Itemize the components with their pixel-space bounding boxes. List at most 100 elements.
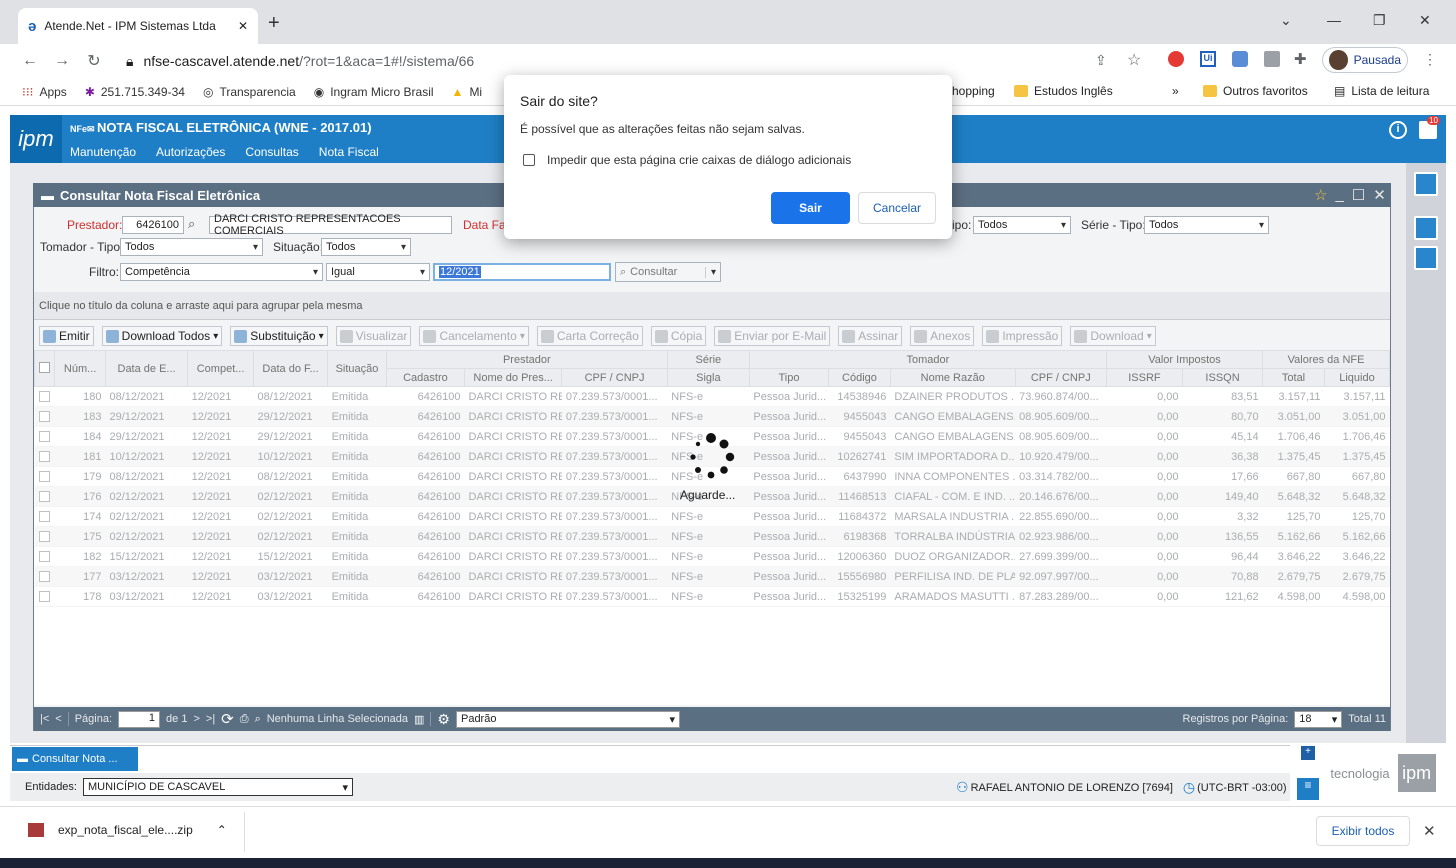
folder-window-icon[interactable] <box>1414 216 1438 240</box>
chevron-down-icon[interactable]: ▾ <box>704 266 716 278</box>
bookmark-apps[interactable]: ⁝⁝⁝ Apps <box>22 85 67 99</box>
prev-page-icon[interactable]: < <box>55 713 61 725</box>
toolbar-impress-o-button[interactable]: Impressão <box>982 326 1063 346</box>
bookmark-drive[interactable]: ▲ Mi <box>452 85 483 99</box>
situacao-select[interactable]: Todos ▾ <box>321 238 411 256</box>
search-icon[interactable]: ⌕ <box>255 713 261 726</box>
prestador-code-field[interactable]: 6426100 <box>122 216 184 234</box>
ui-extension-icon[interactable]: Ui <box>1200 51 1216 67</box>
toolbar-action-icon <box>339 329 353 343</box>
download-item[interactable]: exp_nota_fiscal_ele....zip ⌃ <box>28 823 227 837</box>
last-page-icon[interactable]: >| <box>206 713 215 725</box>
toolbar-anexos-button[interactable]: Anexos <box>910 326 975 346</box>
user-name[interactable]: RAFAEL ANTONIO DE LORENZO [7694] <box>971 782 1173 794</box>
window-icon[interactable] <box>1414 172 1438 196</box>
close-window-icon[interactable]: ✕ <box>1373 186 1386 204</box>
tipo-select[interactable]: Todos ▾ <box>973 216 1071 234</box>
plus-icon[interactable]: + <box>1301 746 1315 760</box>
translate-extension-icon[interactable] <box>1232 51 1248 67</box>
reload-icon[interactable]: ↻ <box>78 51 110 71</box>
toolbar-download-todos-button[interactable]: Download Todos ▾ <box>101 326 223 346</box>
toolbar-emitir-button[interactable]: Emitir <box>39 326 94 346</box>
chevron-down-icon: ▾ <box>519 330 525 342</box>
chevron-up-icon[interactable]: ⌃ <box>217 823 227 837</box>
bookmark-ingram[interactable]: ◉ Ingram Micro Brasil <box>314 85 434 99</box>
bookmark-shopping[interactable]: hopping <box>952 84 995 98</box>
toolbar-enviar-por-e-mail-button[interactable]: Enviar por E-Mail <box>714 326 831 346</box>
forward-icon[interactable]: → <box>46 52 78 70</box>
bookmark-cpf[interactable]: ✱ 251.715.349-34 <box>85 85 185 99</box>
first-page-icon[interactable]: |< <box>40 713 49 725</box>
checkbox-label: Impedir que esta página crie caixas de d… <box>547 153 852 167</box>
tab-search-icon[interactable]: ⌄ <box>1280 12 1292 29</box>
profile-button[interactable]: Pausada <box>1322 47 1408 73</box>
favorite-star-icon[interactable]: ☆ <box>1314 186 1327 204</box>
chevron-down-icon: ▾ <box>1258 219 1264 231</box>
show-all-button[interactable]: Exibir todos <box>1316 816 1410 846</box>
tomador-select[interactable]: Todos ▾ <box>120 238 263 256</box>
opera-extension-icon[interactable] <box>1168 51 1184 67</box>
print-icon[interactable]: ⎙ <box>240 713 249 726</box>
menu-manutencao[interactable]: Manutenção <box>70 145 136 159</box>
close-tab-icon[interactable]: ✕ <box>238 19 248 33</box>
folder-window-icon[interactable] <box>1414 246 1438 270</box>
taskbar-tab-consultar[interactable]: ▬ Consultar Nota ... <box>12 747 138 771</box>
toolbar-action-icon <box>234 329 248 343</box>
entities-select[interactable]: MUNICÍPIO DE CASCAVEL ▾ <box>82 778 353 796</box>
restore-icon[interactable]: ❐ <box>1373 12 1386 29</box>
search-icon[interactable]: ⌕ <box>188 216 195 232</box>
checkbox[interactable] <box>523 154 535 166</box>
operator-select[interactable]: Igual ▾ <box>326 263 430 281</box>
ipm-logo[interactable]: ipm <box>10 115 62 163</box>
extensions-puzzle-icon[interactable]: ✚ <box>1294 50 1307 68</box>
other-favorites[interactable]: Outros favoritos <box>1203 84 1308 98</box>
menu-autorizacoes[interactable]: Autorizações <box>156 145 225 159</box>
page-label: Página: <box>74 713 113 725</box>
menu-consultas[interactable]: Consultas <box>245 145 298 159</box>
minimize-window-icon[interactable]: _ <box>1335 186 1343 204</box>
bookmarks-overflow[interactable]: » <box>1172 84 1179 98</box>
layout-select[interactable]: Padrão ▾ <box>455 710 680 728</box>
toolbar-carta-corre-o-button[interactable]: Carta Correção <box>536 326 643 346</box>
columns-icon[interactable]: ▥ <box>414 713 424 726</box>
browser-tab[interactable]: ə Atende.Net - IPM Sistemas Ltda ✕ <box>18 8 258 44</box>
per-page-select[interactable]: 18 ▾ <box>1294 710 1343 728</box>
share-icon[interactable]: ⇪ <box>1095 52 1107 69</box>
new-tab-button[interactable]: + <box>268 12 280 35</box>
bookmark-transparencia[interactable]: ◎ Transparencia <box>203 85 296 99</box>
toolbar-c-pia-button[interactable]: Cópia <box>650 326 707 346</box>
page-input[interactable]: 1 <box>118 710 161 728</box>
next-page-icon[interactable]: > <box>193 713 199 725</box>
leave-button[interactable]: Sair <box>771 192 850 224</box>
filtro-select[interactable]: Competência ▾ <box>120 263 323 281</box>
group-hint[interactable]: Clique no título da coluna e arraste aqu… <box>34 292 1390 320</box>
bookmark-star-icon[interactable]: ☆ <box>1127 50 1141 70</box>
toolbar-assinar-button[interactable]: Assinar <box>838 326 903 346</box>
toolbar-visualizar-button[interactable]: Visualizar <box>335 326 412 346</box>
toolbar-substitui-o-button[interactable]: Substituição ▾ <box>230 326 328 346</box>
toolbar-download-button[interactable]: Download ▾ <box>1070 326 1156 346</box>
url-field[interactable]: 🔒︎ nfse-cascavel.atende.net/?rot=1&aca=1… <box>116 48 1156 74</box>
toolbar-cancelamento-button[interactable]: Cancelamento ▾ <box>419 326 529 346</box>
close-window-icon[interactable]: ✕ <box>1419 12 1431 29</box>
menu-nota-fiscal[interactable]: Nota Fiscal <box>319 145 379 159</box>
info-icon[interactable]: i <box>1389 121 1407 139</box>
consultar-button[interactable]: ⌕ Consultar ▾ <box>615 262 721 282</box>
refresh-icon[interactable]: ⟳ <box>221 710 234 728</box>
bookmark-estudos[interactable]: Estudos Inglês <box>1014 84 1113 98</box>
prevent-dialogs-checkbox[interactable]: Impedir que esta página crie caixas de d… <box>523 153 936 167</box>
code-extension-icon[interactable] <box>1264 51 1280 67</box>
minimize-icon[interactable]: — <box>1327 12 1341 28</box>
close-download-bar-icon[interactable]: ✕ <box>1423 822 1436 840</box>
cancel-button[interactable]: Cancelar <box>858 192 936 224</box>
filtro-value-input[interactable]: 12/2021 <box>433 263 611 281</box>
back-icon[interactable]: ← <box>14 52 46 70</box>
tipo-label: ipo: <box>952 218 972 232</box>
maximize-window-icon[interactable]: ☐ <box>1352 186 1365 204</box>
reading-list[interactable]: ▤ Lista de leitura <box>1334 84 1429 98</box>
settings-gear-icon[interactable]: ⚙ <box>437 711 450 728</box>
profile-label: Pausada <box>1353 53 1401 67</box>
serie-select[interactable]: Todos ▾ <box>1144 216 1269 234</box>
browser-menu-icon[interactable]: ⋮ <box>1423 51 1437 68</box>
list-icon[interactable]: ≡ <box>1297 778 1319 800</box>
